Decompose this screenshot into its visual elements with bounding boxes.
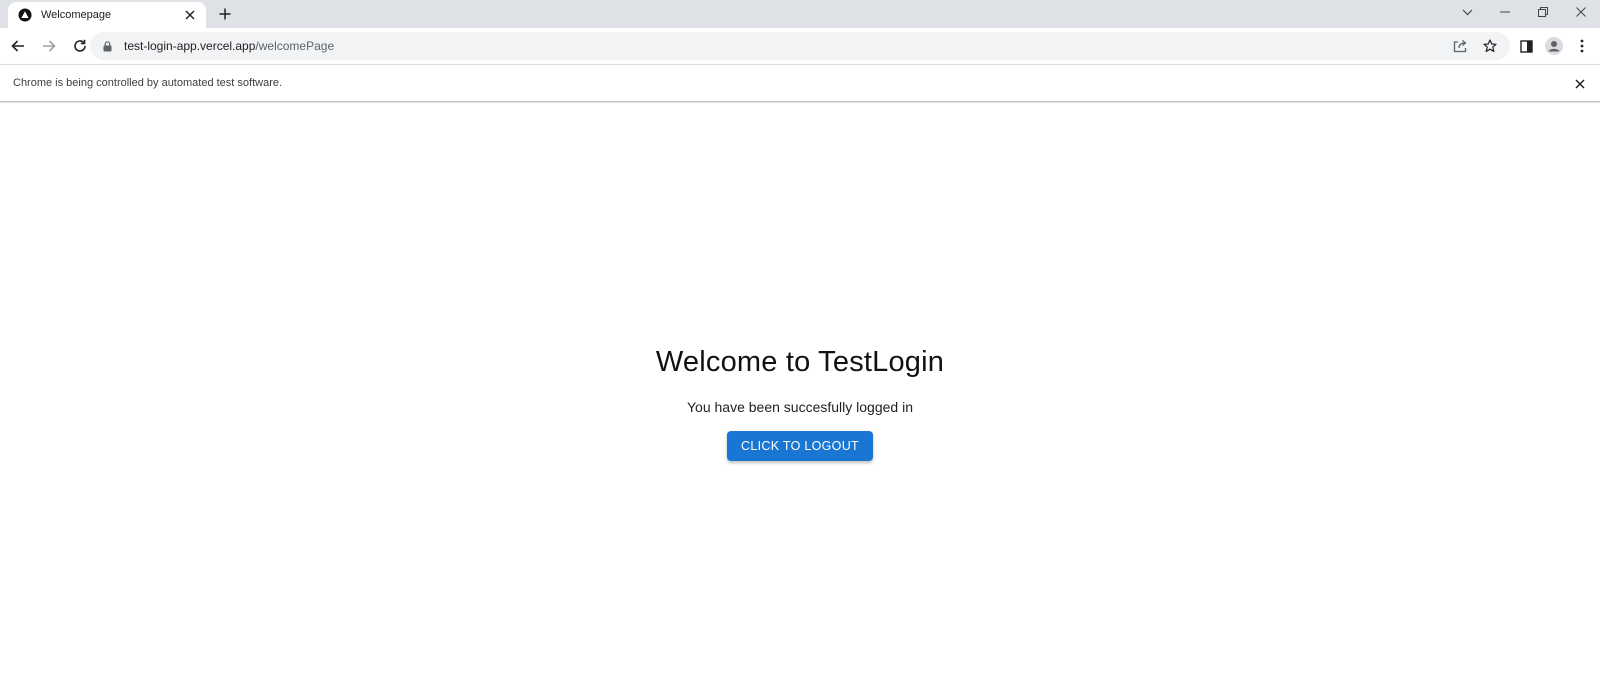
url-host: test-login-app.vercel.app xyxy=(124,39,256,53)
welcome-panel: Welcome to TestLogin You have been succe… xyxy=(0,346,1600,461)
profile-avatar-icon[interactable] xyxy=(1542,33,1566,59)
star-icon[interactable] xyxy=(1480,36,1500,56)
url-path: /welcomePage xyxy=(255,39,335,53)
tab-title: Welcomepage xyxy=(41,9,112,21)
tab-strip: Welcomepage xyxy=(0,0,1600,28)
infobar-message: Chrome is being controlled by automated … xyxy=(13,77,283,89)
side-panel-icon[interactable] xyxy=(1514,33,1538,59)
page-viewport: Welcome to TestLogin You have been succe… xyxy=(0,103,1600,677)
tab-welcomepage[interactable]: Welcomepage xyxy=(8,2,206,28)
forward-arrow-icon[interactable] xyxy=(36,33,62,59)
new-tab-icon[interactable] xyxy=(216,5,234,23)
close-tab-icon[interactable] xyxy=(182,7,198,23)
login-status-message: You have been succesfully logged in xyxy=(687,399,913,415)
close-window-icon[interactable] xyxy=(1562,0,1600,24)
kebab-menu-icon[interactable] xyxy=(1570,33,1594,59)
toolbar-actions xyxy=(1514,33,1594,59)
share-icon[interactable] xyxy=(1450,36,1470,56)
logout-button[interactable]: CLICK TO LOGOUT xyxy=(727,431,873,461)
restore-icon[interactable] xyxy=(1524,0,1562,24)
automation-infobar: Chrome is being controlled by automated … xyxy=(0,64,1600,102)
window-controls xyxy=(1448,0,1600,28)
browser-toolbar: test-login-app.vercel.app/welcomePage xyxy=(0,28,1600,64)
lock-icon[interactable] xyxy=(100,39,114,53)
address-bar[interactable]: test-login-app.vercel.app/welcomePage xyxy=(90,32,1510,60)
minimize-icon[interactable] xyxy=(1486,0,1524,24)
page-title: Welcome to TestLogin xyxy=(655,346,945,378)
vercel-triangle-icon xyxy=(18,8,32,22)
chevron-down-icon[interactable] xyxy=(1448,0,1486,24)
back-arrow-icon[interactable] xyxy=(5,33,31,59)
close-infobar-icon[interactable] xyxy=(1572,76,1588,92)
address-bar-actions xyxy=(1450,36,1500,56)
